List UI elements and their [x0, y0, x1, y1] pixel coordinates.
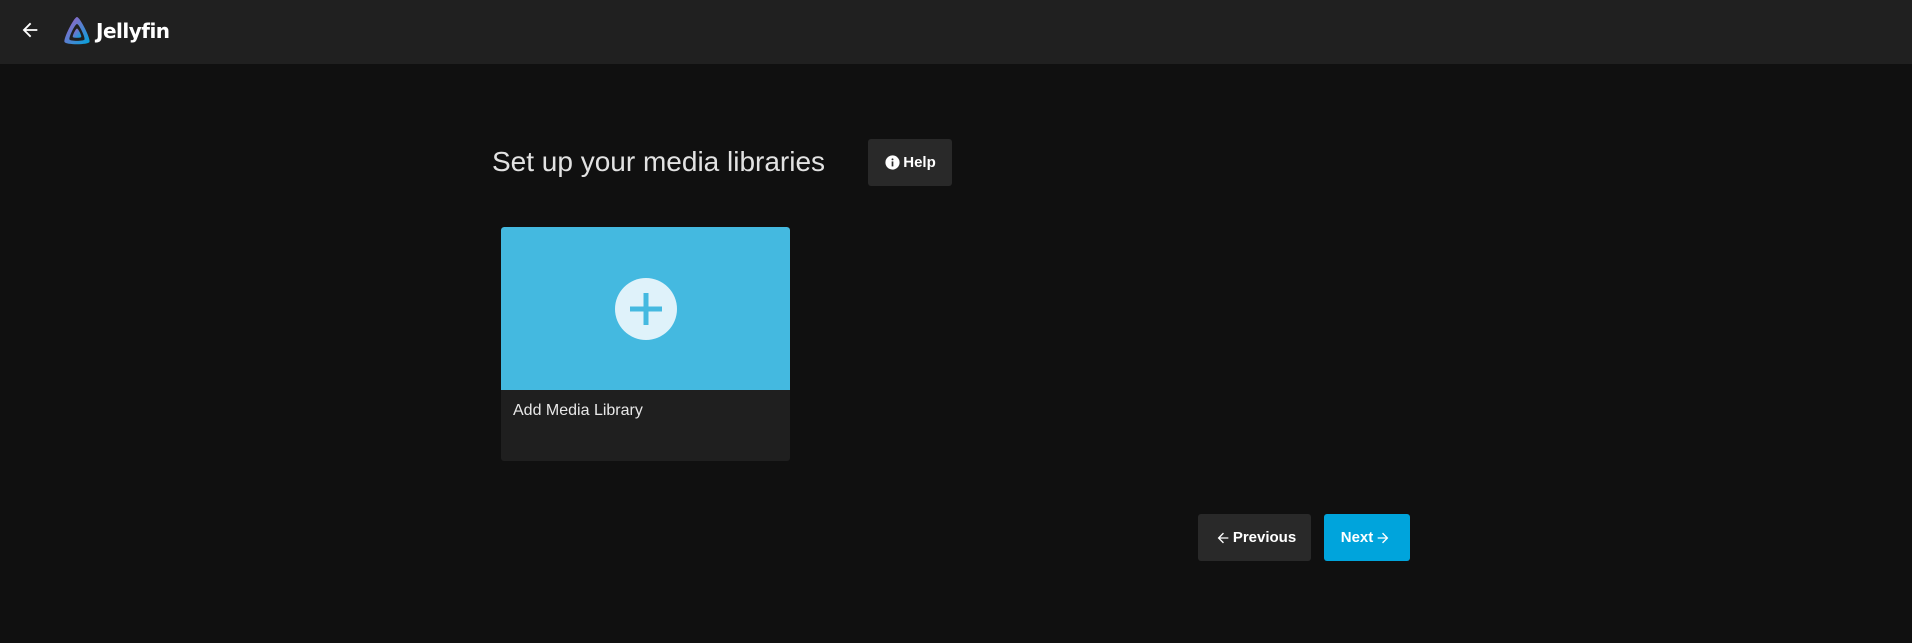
previous-label: Previous: [1232, 529, 1297, 546]
arrow-left-icon: [22, 22, 38, 38]
help-button[interactable]: Help: [868, 139, 952, 186]
top-bar: Jellyfin: [0, 0, 1912, 64]
app-name: Jellyfin: [96, 19, 170, 43]
next-button[interactable]: Next: [1324, 514, 1410, 561]
card-image[interactable]: [501, 227, 790, 390]
add-circle: [614, 277, 677, 340]
card-label: Add Media Library: [513, 402, 643, 419]
add-media-library-card[interactable]: Add Media Library: [501, 227, 790, 461]
page-title: Set up your media libraries: [492, 146, 826, 177]
next-label: Next: [1340, 529, 1374, 546]
help-label: Help: [903, 154, 936, 171]
info-circle-icon: [885, 155, 900, 170]
arrow-right-icon: [1377, 532, 1389, 543]
app-logo[interactable]: Jellyfin: [62, 15, 170, 47]
plus-icon: [629, 292, 662, 325]
back-button[interactable]: [16, 16, 44, 44]
previous-button[interactable]: Previous: [1198, 514, 1311, 561]
jellyfin-logo-icon: [64, 17, 90, 45]
arrow-left-icon: [1217, 532, 1229, 543]
